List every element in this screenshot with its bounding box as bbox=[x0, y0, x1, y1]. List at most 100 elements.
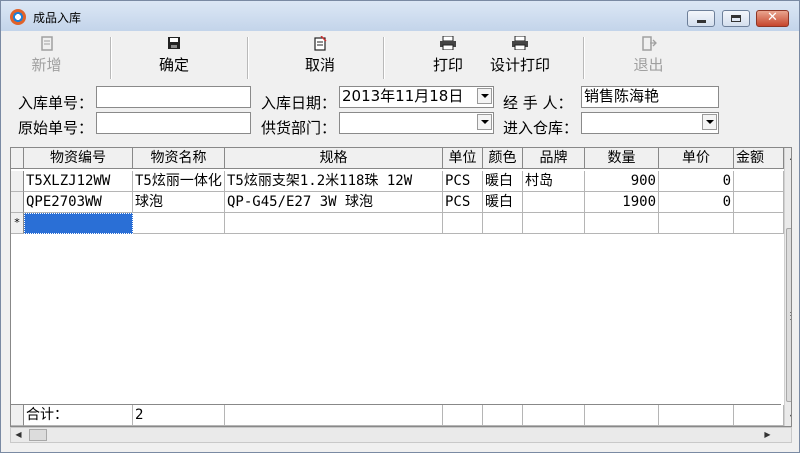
handler-field[interactable]: 销售陈海艳 bbox=[581, 86, 719, 108]
items-grid[interactable]: 物资编号 物资名称 规格 单位 颜色 品牌 数量 单价 金额 T5XLZJ12W… bbox=[10, 147, 792, 427]
cancel-doc-icon bbox=[290, 35, 350, 54]
cell-amount[interactable] bbox=[734, 192, 784, 213]
cell-item-name[interactable]: T5炫丽一体化 bbox=[133, 171, 225, 192]
vertical-scrollbar[interactable]: ▲ ▼ bbox=[784, 148, 791, 426]
total-cell bbox=[225, 405, 443, 426]
grip-icon bbox=[790, 312, 791, 320]
cancel-button[interactable]: 取消 bbox=[290, 35, 350, 80]
empty-cell[interactable] bbox=[483, 213, 523, 234]
app-icon bbox=[10, 9, 26, 25]
new-doc-icon bbox=[19, 36, 74, 54]
row-indicator[interactable] bbox=[11, 192, 24, 213]
cell-color[interactable]: 暖白 bbox=[483, 171, 523, 192]
maximize-button[interactable] bbox=[722, 10, 750, 27]
empty-cell[interactable] bbox=[133, 213, 225, 234]
minimize-button[interactable] bbox=[687, 10, 715, 27]
scroll-right-arrow-icon[interactable]: ▶ bbox=[760, 428, 775, 442]
row-indicator[interactable] bbox=[11, 171, 24, 192]
column-header[interactable]: 物资名称 bbox=[133, 148, 225, 169]
total-count: 2 bbox=[133, 405, 225, 426]
column-header[interactable]: 金额 bbox=[734, 148, 784, 169]
confirm-button-label: 确定 bbox=[158, 56, 189, 74]
title-bar[interactable]: 成品入库 ✕ bbox=[1, 1, 799, 31]
total-cell bbox=[523, 405, 585, 426]
column-header[interactable]: 品牌 bbox=[523, 148, 585, 169]
cell-unit[interactable]: PCS bbox=[443, 171, 483, 192]
column-header[interactable]: 单位 bbox=[443, 148, 483, 169]
warehouse-select[interactable] bbox=[581, 112, 719, 134]
design-print-button[interactable]: 设计打印 bbox=[484, 35, 556, 80]
scroll-down-arrow-icon[interactable]: ▼ bbox=[785, 409, 791, 426]
receipt-no-field[interactable] bbox=[96, 86, 251, 108]
toolbar-separator bbox=[383, 37, 385, 79]
cell-item-code[interactable]: QPE2703WW bbox=[24, 192, 133, 213]
chevron-down-icon[interactable] bbox=[477, 114, 492, 130]
empty-cell[interactable] bbox=[585, 213, 659, 234]
table-row[interactable]: QPE2703WW 球泡 QP-G45/E27 3W 球泡 PCS 暖白 190… bbox=[11, 192, 784, 213]
exit-button-label: 退出 bbox=[633, 56, 664, 74]
new-button[interactable]: 新增 bbox=[19, 36, 74, 80]
toolbar-separator bbox=[247, 37, 249, 79]
cell-quantity[interactable]: 1900 bbox=[585, 192, 659, 213]
receipt-no-label: 入库单号： bbox=[18, 94, 94, 112]
column-header[interactable]: 颜色 bbox=[483, 148, 523, 169]
design-print-button-label: 设计打印 bbox=[489, 56, 550, 74]
column-header[interactable]: 单价 bbox=[659, 148, 734, 169]
cell-brand[interactable]: 村岛 bbox=[523, 171, 585, 192]
cell-quantity[interactable]: 900 bbox=[585, 171, 659, 192]
scrollbar-thumb[interactable] bbox=[29, 429, 47, 441]
cell-spec[interactable]: QP-G45/E27 3W 球泡 bbox=[225, 192, 443, 213]
column-header[interactable]: 物资编号 bbox=[24, 148, 133, 169]
empty-cell[interactable] bbox=[523, 213, 585, 234]
date-label: 入库日期： bbox=[261, 94, 337, 112]
cell-item-code[interactable]: T5XLZJ12WW bbox=[24, 171, 133, 192]
empty-cell[interactable] bbox=[659, 213, 734, 234]
chevron-down-icon[interactable] bbox=[477, 88, 492, 104]
confirm-button[interactable]: 确定 bbox=[144, 36, 204, 80]
maximize-icon bbox=[731, 15, 741, 22]
empty-cell[interactable] bbox=[225, 213, 443, 234]
cell-unit[interactable]: PCS bbox=[443, 192, 483, 213]
total-cell bbox=[443, 405, 483, 426]
floppy-save-icon bbox=[144, 36, 204, 54]
original-no-label: 原始单号： bbox=[18, 119, 94, 137]
new-row[interactable]: * bbox=[11, 213, 784, 234]
total-cell bbox=[585, 405, 659, 426]
supplier-label: 供货部门： bbox=[261, 119, 337, 137]
scroll-up-arrow-icon[interactable]: ▲ bbox=[785, 148, 791, 165]
cell-item-name[interactable]: 球泡 bbox=[133, 192, 225, 213]
column-header[interactable]: 规格 bbox=[225, 148, 443, 169]
close-button[interactable]: ✕ bbox=[756, 10, 789, 27]
minimize-icon bbox=[697, 20, 706, 23]
empty-cell[interactable] bbox=[734, 213, 784, 234]
cell-unit-price[interactable]: 0 bbox=[659, 171, 734, 192]
original-no-field[interactable] bbox=[96, 112, 251, 134]
date-value: 2013年11月18日 bbox=[342, 87, 464, 105]
column-header[interactable]: 数量 bbox=[585, 148, 659, 169]
date-picker[interactable]: 2013年11月18日 bbox=[339, 86, 494, 108]
close-icon: ✕ bbox=[767, 10, 778, 25]
exit-button[interactable]: 退出 bbox=[621, 36, 676, 80]
exit-door-icon bbox=[621, 36, 676, 54]
chevron-down-icon[interactable] bbox=[702, 114, 717, 130]
cell-amount[interactable] bbox=[734, 171, 784, 192]
printer-icon bbox=[484, 35, 556, 54]
total-cell bbox=[734, 405, 784, 426]
cell-unit-price[interactable]: 0 bbox=[659, 192, 734, 213]
table-row[interactable]: T5XLZJ12WW T5炫丽一体化 T5炫丽支架1.2米118珠 12W PC… bbox=[11, 171, 784, 192]
print-button[interactable]: 打印 bbox=[419, 35, 477, 80]
main-window: 成品入库 ✕ 新增 确定 取消 打印 设计打印 退出 入库单号： 入库日期： 2… bbox=[0, 0, 800, 453]
print-button-label: 打印 bbox=[432, 56, 463, 74]
cell-spec[interactable]: T5炫丽支架1.2米118珠 12W bbox=[225, 171, 443, 192]
scroll-left-arrow-icon[interactable]: ◀ bbox=[11, 428, 26, 442]
warehouse-label: 进入仓库： bbox=[503, 119, 579, 137]
cell-color[interactable]: 暖白 bbox=[483, 192, 523, 213]
empty-cell[interactable] bbox=[443, 213, 483, 234]
supplier-select[interactable] bbox=[339, 112, 494, 134]
horizontal-scrollbar[interactable]: ◀ ▶ bbox=[10, 427, 792, 443]
scrollbar-thumb[interactable] bbox=[786, 228, 791, 402]
cell-brand[interactable] bbox=[523, 192, 585, 213]
toolbar: 新增 确定 取消 打印 设计打印 退出 bbox=[9, 35, 794, 80]
active-cell[interactable] bbox=[24, 213, 133, 234]
row-indicator-header bbox=[11, 148, 24, 169]
